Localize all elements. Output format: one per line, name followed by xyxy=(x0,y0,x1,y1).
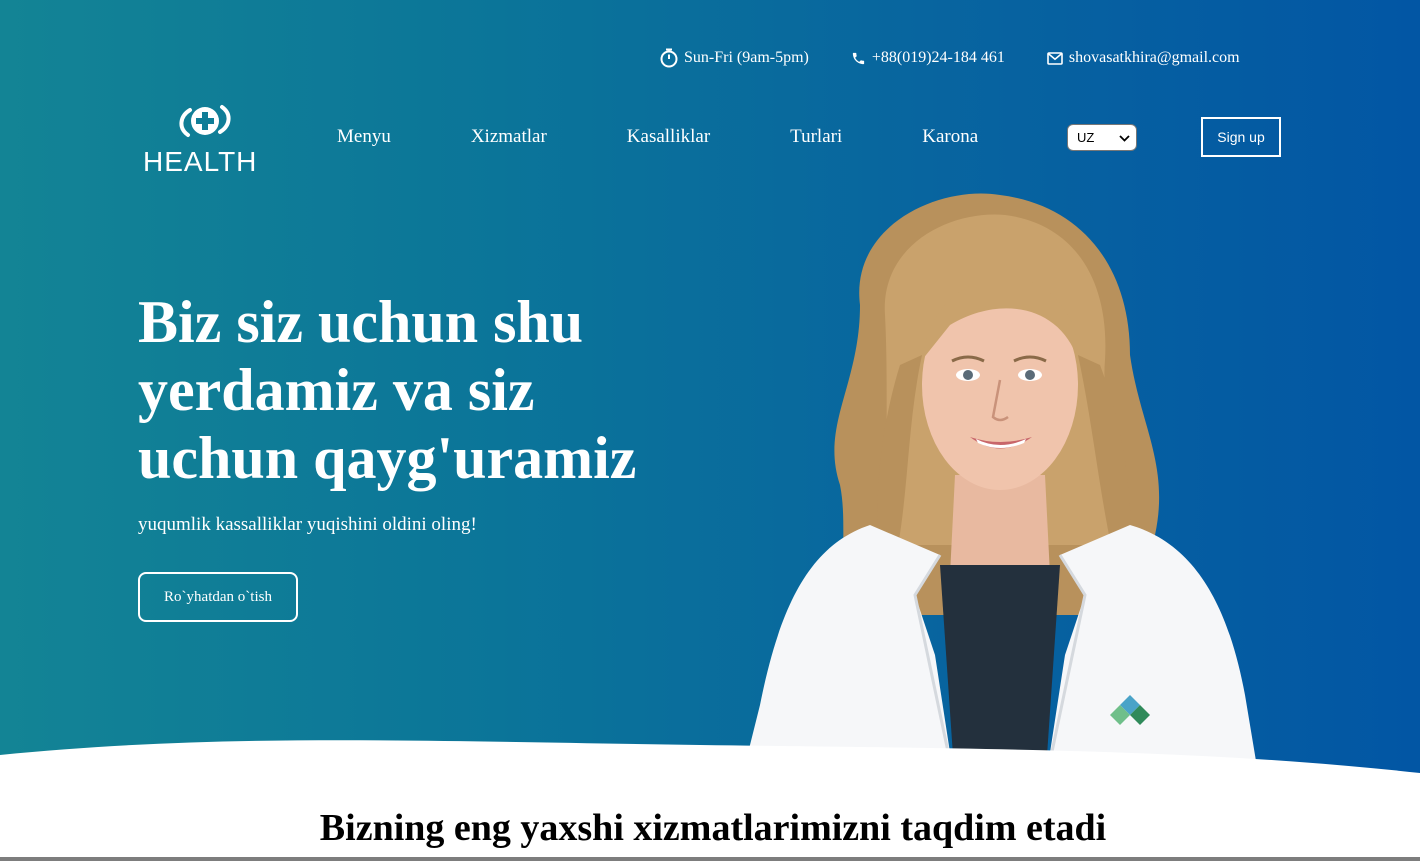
hero-headline: Biz siz uchun shu yerdamiz va siz uchun … xyxy=(138,289,637,491)
nav-item-xizmatlar[interactable]: Xizmatlar xyxy=(471,126,547,148)
nav-item-kasalliklar[interactable]: Kasalliklar xyxy=(627,126,710,148)
doctor-photo xyxy=(740,193,1260,785)
hours-item: Sun-Fri (9am-5pm) xyxy=(660,48,809,68)
horizontal-scrollbar[interactable] xyxy=(0,857,1420,861)
email-text: shovasatkhira@gmail.com xyxy=(1068,49,1240,66)
services-title: Bizning eng yaxshi xizmatlarimizni taqdi… xyxy=(319,807,1107,849)
nav-item-menyu[interactable]: Menyu xyxy=(337,126,391,148)
contact-bar: Sun-Fri (9am-5pm) +88(019)24-184 461 sho… xyxy=(660,48,1240,68)
stopwatch-icon xyxy=(660,48,678,68)
phone-item[interactable]: +88(019)24-184 461 xyxy=(851,49,1005,67)
email-item[interactable]: shovasatkhira@gmail.com xyxy=(1047,49,1240,67)
hero-subline: yuqumlik kassalliklar yuqishini oldini o… xyxy=(138,514,477,535)
main-nav: Menyu Xizmatlar Kasalliklar Turlari Karo… xyxy=(337,126,978,148)
signup-button[interactable]: Sign up xyxy=(1201,117,1281,157)
nav-item-karona[interactable]: Karona xyxy=(922,126,978,148)
hours-text: Sun-Fri (9am-5pm) xyxy=(684,49,809,66)
language-value: UZ xyxy=(1077,130,1095,145)
language-select[interactable]: UZ xyxy=(1067,124,1137,151)
chevron-down-icon xyxy=(1119,130,1130,145)
health-logo[interactable]: HEALTH xyxy=(140,102,270,180)
phone-text: +88(019)24-184 461 xyxy=(871,49,1005,66)
phone-icon xyxy=(851,51,866,66)
hero-section: Sun-Fri (9am-5pm) +88(019)24-184 461 sho… xyxy=(0,0,1420,861)
nav-item-turlari[interactable]: Turlari xyxy=(790,126,842,148)
register-button[interactable]: Ro`yhatdan o`tish xyxy=(138,572,298,622)
logo-text: HEALTH xyxy=(143,146,258,177)
medical-cross-icon xyxy=(179,105,231,137)
mail-icon xyxy=(1047,51,1063,65)
